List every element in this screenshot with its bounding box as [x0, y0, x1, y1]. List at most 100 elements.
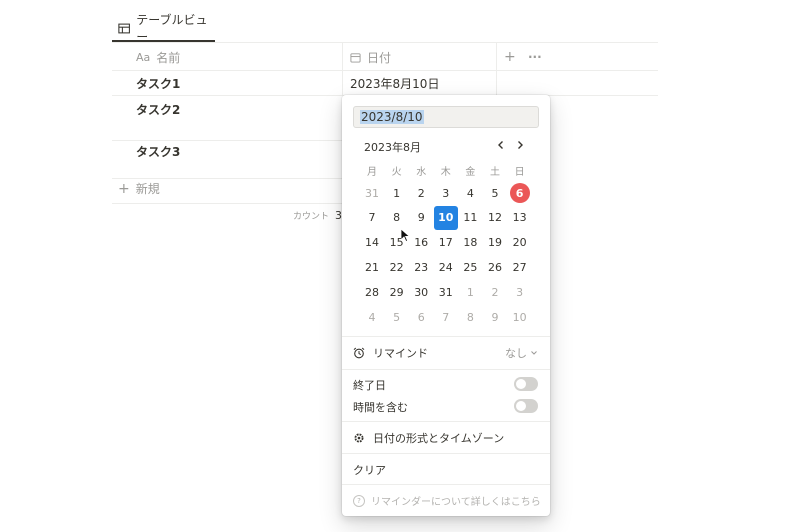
calendar-day[interactable]: 22 — [385, 255, 409, 279]
weekday-label: 日 — [514, 167, 525, 178]
more-icon: ··· — [528, 50, 542, 64]
today-marker: 6 — [509, 183, 530, 203]
calendar-day[interactable]: 9 — [409, 206, 433, 230]
calendar-day[interactable]: 16 — [409, 231, 433, 255]
chevron-down-icon — [531, 351, 537, 355]
include-time-toggle[interactable] — [514, 399, 538, 413]
calendar-day[interactable]: 8 — [458, 305, 482, 329]
row-divider — [112, 203, 342, 204]
end-date-toggle[interactable] — [514, 377, 538, 391]
calendar-day[interactable]: 5 — [385, 305, 409, 329]
help-label: リマインダーについて詳しくはこちら — [371, 497, 541, 508]
row-name-cell[interactable]: タスク2 — [136, 101, 180, 118]
count-summary[interactable]: カウント 3 — [293, 209, 342, 222]
row-date-cell[interactable]: 2023年8月10日 — [350, 75, 439, 92]
date-format-row[interactable]: 日付の形式とタイムゾーン — [353, 430, 504, 446]
calendar-day[interactable]: 2 — [409, 181, 433, 205]
remind-label: リマインド — [373, 347, 428, 360]
calendar-day[interactable]: 17 — [434, 231, 458, 255]
mouse-cursor-icon — [401, 229, 410, 242]
remind-row[interactable]: リマインド — [353, 345, 428, 361]
previous-month-button[interactable] — [493, 137, 509, 153]
next-month-button[interactable] — [512, 137, 528, 153]
remind-value: なし — [505, 347, 527, 360]
calendar-day[interactable]: 19 — [483, 231, 507, 255]
help-icon: ? — [353, 494, 365, 507]
date-input-value: 2023/8/10 — [360, 110, 424, 124]
calendar-day[interactable]: 21 — [360, 255, 384, 279]
tab-table-view[interactable]: テーブルビュー — [112, 13, 215, 44]
count-value: 3 — [335, 209, 343, 222]
calendar-day[interactable]: 3 — [434, 181, 458, 205]
count-label: カウント — [293, 212, 330, 222]
column-divider — [496, 43, 497, 95]
divider — [342, 421, 550, 422]
calendar-day[interactable]: 7 — [360, 206, 384, 230]
chevron-left-icon — [498, 141, 503, 149]
include-time-label: 時間を含む — [353, 401, 408, 414]
row-name-cell[interactable]: タスク1 — [136, 75, 180, 92]
weekday-label: 金 — [465, 167, 476, 178]
weekday-label: 火 — [391, 167, 402, 178]
weekday-label: 土 — [490, 167, 500, 178]
calendar-day[interactable]: 14 — [360, 231, 384, 255]
date-picker-popup: 2023/8/10 2023年8月 月火水木金土日 31 1 2 3 4 5 6 7 8 9 10 11… — [342, 95, 550, 516]
calendar-day[interactable]: 28 — [360, 280, 384, 304]
calendar-day[interactable]: 10 — [508, 305, 532, 329]
new-row-button[interactable]: + 新規 — [118, 180, 160, 197]
add-column-button[interactable]: + — [504, 43, 516, 71]
date-input[interactable]: 2023/8/10 — [353, 106, 539, 128]
calendar-day[interactable]: 4 — [360, 305, 384, 329]
clear-button[interactable]: クリア — [353, 462, 386, 478]
divider — [342, 336, 550, 337]
end-date-label: 終了日 — [353, 379, 386, 392]
chevron-right-icon — [518, 141, 523, 149]
calendar-day[interactable]: 11 — [458, 206, 482, 230]
calendar-day-selected[interactable]: 10 — [433, 205, 458, 230]
calendar-day[interactable]: 2 — [483, 280, 507, 304]
row-name-cell[interactable]: タスク3 — [136, 143, 180, 160]
plus-icon: + — [504, 49, 516, 65]
calendar-day[interactable]: 13 — [508, 206, 532, 230]
calendar-day[interactable]: 20 — [508, 231, 532, 255]
new-row-label: 新規 — [135, 182, 160, 196]
calendar-day[interactable]: 29 — [385, 280, 409, 304]
plus-icon: + — [118, 180, 130, 197]
row-divider — [112, 178, 342, 179]
remind-select[interactable]: なし — [505, 345, 538, 361]
column-header-label: 名前 — [156, 50, 181, 65]
calendar-day[interactable]: 4 — [458, 181, 482, 205]
calendar-day[interactable]: 1 — [385, 181, 409, 205]
calendar-day[interactable]: 25 — [458, 255, 482, 279]
calendar-day[interactable]: 26 — [483, 255, 507, 279]
calendar-day[interactable]: 31 — [434, 280, 458, 304]
calendar-day[interactable]: 23 — [409, 255, 433, 279]
weekday-label: 木 — [440, 167, 451, 178]
calendar-day[interactable]: 18 — [458, 231, 482, 255]
calendar-day[interactable]: 7 — [434, 305, 458, 329]
calendar-day[interactable]: 3 — [508, 280, 532, 304]
weekday-label: 月 — [367, 167, 377, 178]
column-header-name[interactable]: Aa 名前 — [136, 43, 180, 71]
calendar-day[interactable]: 8 — [385, 206, 409, 230]
column-header-date[interactable]: 日付 — [350, 43, 391, 71]
calendar-day[interactable]: 9 — [483, 305, 507, 329]
row-divider — [112, 70, 658, 71]
month-label: 2023年8月 — [364, 141, 421, 154]
calendar-icon — [350, 52, 361, 63]
calendar-day[interactable]: 1 — [458, 280, 482, 304]
reminder-help-link[interactable]: ? リマインダーについて詳しくはこちら — [353, 493, 541, 508]
divider — [342, 453, 550, 454]
divider — [342, 484, 550, 485]
calendar-day[interactable]: 6 — [409, 305, 433, 329]
calendar-day[interactable]: 31 — [360, 181, 384, 205]
calendar-day[interactable]: 27 — [508, 255, 532, 279]
calendar-day-today[interactable]: 6 — [508, 181, 532, 205]
calendar-day[interactable]: 30 — [409, 280, 433, 304]
more-options-button[interactable]: ··· — [528, 43, 542, 71]
calendar-day[interactable]: 24 — [434, 255, 458, 279]
calendar-day[interactable]: 12 — [483, 206, 507, 230]
date-format-label: 日付の形式とタイムゾーン — [373, 432, 505, 445]
gear-icon — [354, 433, 364, 443]
calendar-day[interactable]: 5 — [483, 181, 507, 205]
